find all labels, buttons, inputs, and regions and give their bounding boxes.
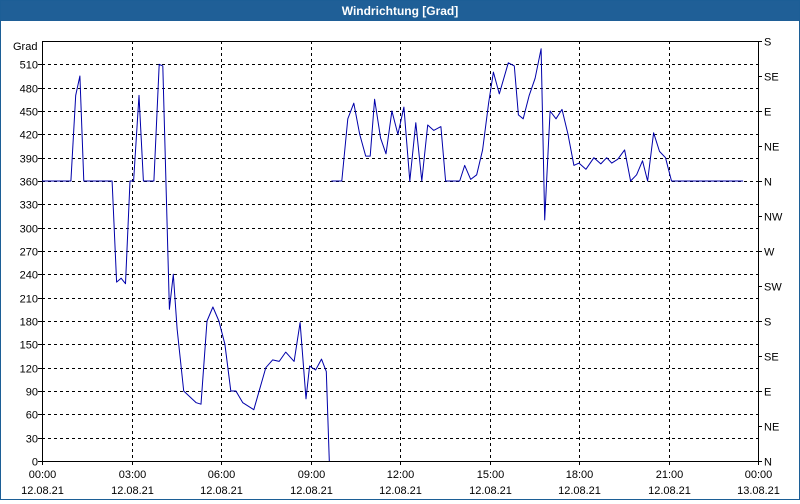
y-tick-label: 210 [20, 294, 38, 306]
x-tick-time: 18:00 [566, 469, 594, 481]
y-tick-label: 240 [20, 270, 38, 282]
y-tick-label: 330 [20, 200, 38, 212]
x-tick-time: 00:00 [745, 469, 773, 481]
right-tick-label: NW [764, 212, 783, 224]
right-tick-label: N [764, 177, 772, 189]
x-tick-time: 15:00 [477, 469, 505, 481]
y-tick-label: 0 [32, 457, 38, 469]
right-tick-label: NE [764, 422, 779, 434]
x-tick-time: 03:00 [119, 469, 147, 481]
x-tick-date: 13.08.21 [737, 485, 780, 497]
y-tick-label: 150 [20, 340, 38, 352]
y-tick-label: 450 [20, 107, 38, 119]
y-tick-label: 60 [26, 410, 38, 422]
x-tick-time: 06:00 [208, 469, 236, 481]
y-tick-label: 360 [20, 177, 38, 189]
y-tick-label: 120 [20, 364, 38, 376]
right-tick-label: N [764, 457, 772, 469]
x-tick-date: 12.08.21 [21, 485, 64, 497]
x-axis-ticks: 00:00 12.08.21 03:00 12.08.21 06:00 12.08.21 0… [21, 461, 780, 497]
x-tick-date: 12.08.21 [111, 485, 154, 497]
right-tick-label: E [764, 387, 771, 399]
right-tick-label: SE [764, 352, 779, 364]
wind-direction-chart: Grad 0 30 60 90 120 150 180 210 240 270 300 330 360 3… [13, 37, 783, 498]
x-tick-date: 12.08.21 [558, 485, 601, 497]
x-tick-time: 21:00 [656, 469, 684, 481]
series-line [42, 63, 330, 462]
y-axis-ticks: 0 30 60 90 120 150 180 210 240 270 300 330 360 390 420… [20, 60, 42, 469]
x-tick-time: 12:00 [387, 469, 415, 481]
y-tick-label: 480 [20, 84, 38, 96]
x-tick-time: 09:00 [298, 469, 326, 481]
right-axis-ticks: N NE E SE S SW W NW N NE E SE S [758, 37, 783, 469]
y-tick-label: 90 [26, 387, 38, 399]
y-axis-label: Grad [13, 41, 37, 53]
x-tick-date: 12.08.21 [379, 485, 422, 497]
right-tick-label: W [764, 247, 775, 259]
chart-window: Windrichtung [Grad] Grad 0 30 60 90 120 150 18… [0, 0, 800, 500]
y-tick-label: 420 [20, 130, 38, 142]
series-line [331, 48, 744, 221]
y-tick-label: 270 [20, 247, 38, 259]
x-tick-date: 12.08.21 [648, 485, 691, 497]
x-tick-date: 12.08.21 [290, 485, 333, 497]
y-tick-label: 180 [20, 317, 38, 329]
x-tick-date: 12.08.21 [200, 485, 243, 497]
right-tick-label: NE [764, 142, 779, 154]
window-title: Windrichtung [Grad] [1, 1, 799, 21]
right-tick-label: S [764, 37, 771, 49]
right-tick-label: E [764, 107, 771, 119]
grid-lines [42, 41, 758, 461]
series-layer [42, 48, 744, 462]
y-tick-label: 510 [20, 60, 38, 72]
x-tick-time: 00:00 [29, 469, 57, 481]
y-tick-label: 30 [26, 434, 38, 446]
y-tick-label: 300 [20, 224, 38, 236]
right-tick-label: SE [764, 72, 779, 84]
x-tick-date: 12.08.21 [469, 485, 512, 497]
y-tick-label: 390 [20, 154, 38, 166]
right-tick-label: SW [764, 282, 782, 294]
right-tick-label: S [764, 317, 771, 329]
